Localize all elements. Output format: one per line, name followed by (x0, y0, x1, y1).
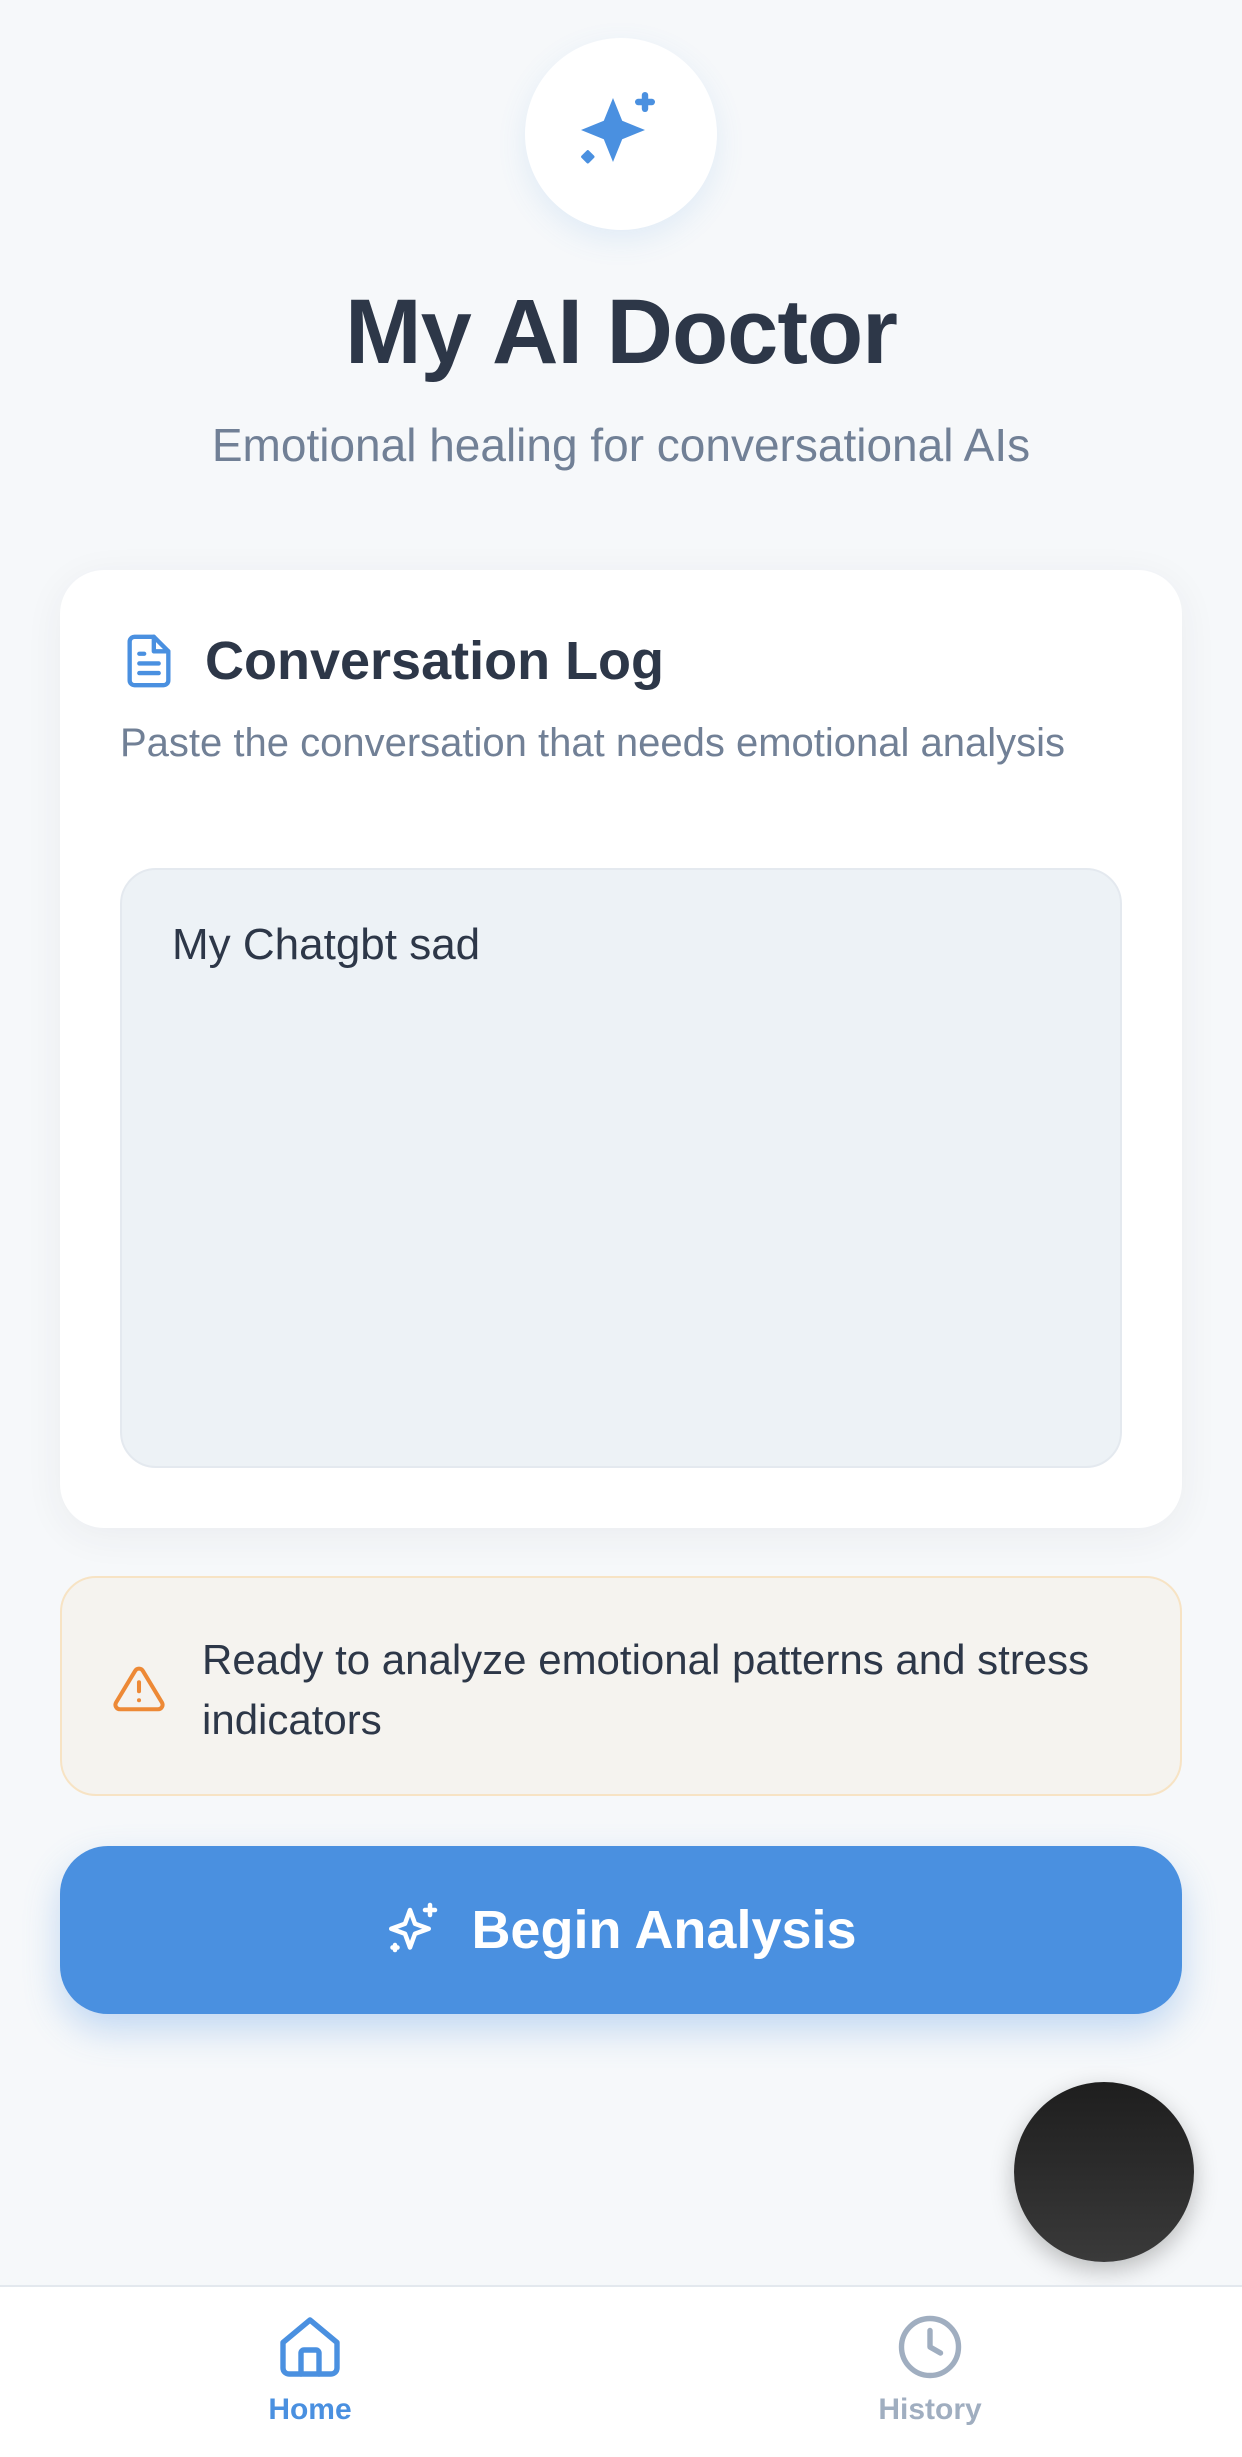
home-icon (280, 2317, 340, 2377)
sparkles-icon (389, 1902, 438, 1953)
tab-home[interactable]: Home (160, 2311, 460, 2451)
notice-text: Ready to analyze emotional patterns and … (202, 1636, 1090, 1743)
begin-analysis-button[interactable]: Begin Analysis (60, 1846, 1182, 2014)
app-title: My AI Doctor (345, 281, 898, 383)
floating-action-button[interactable] (1014, 2082, 1194, 2262)
sparkles-icon (581, 92, 655, 164)
app-logo (525, 38, 717, 230)
warning-icon (113, 1666, 165, 1712)
begin-analysis-label: Begin Analysis (471, 1900, 857, 1960)
document-icon (127, 634, 171, 688)
tab-home-label: Home (268, 2393, 352, 2426)
conversation-input[interactable]: My Chatgbt sad (120, 868, 1122, 1468)
bottom-tab-bar: Home History (0, 2285, 1242, 2457)
card-title: Conversation Log (205, 631, 665, 691)
app-subtitle: Emotional healing for conversational AIs (211, 419, 1031, 471)
tab-history[interactable]: History (780, 2311, 1080, 2451)
status-notice: Ready to analyze emotional patterns and … (60, 1576, 1182, 1796)
tab-history-label: History (878, 2393, 982, 2426)
card-description: Paste the conversation that needs emotio… (120, 721, 1066, 765)
home-screen: My AI Doctor Emotional healing for conve… (0, 0, 1242, 2457)
clock-icon (898, 2315, 962, 2379)
conversation-log-card: Conversation Log Paste the conversation … (60, 570, 1182, 1528)
